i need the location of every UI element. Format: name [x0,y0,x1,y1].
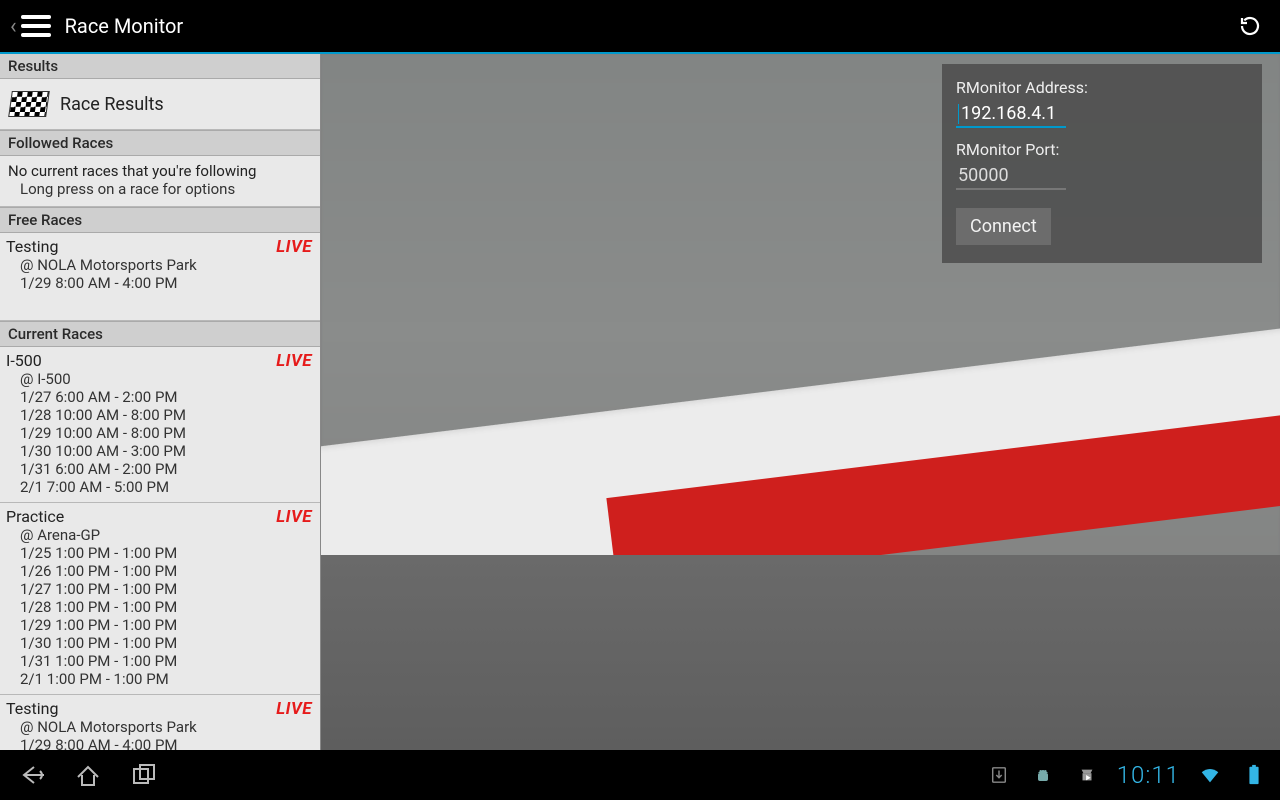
refresh-button[interactable] [1238,14,1262,38]
live-badge: LIVE [276,507,312,527]
race-title: I-500 [6,351,314,370]
race-schedule-line: 2/1 7:00 AM - 5:00 PM [6,478,314,496]
race-item[interactable]: TestingLIVE@ NOLA Motorsports Park1/29 8… [0,695,320,750]
race-schedule-line: 1/31 6:00 AM - 2:00 PM [6,460,314,478]
race-venue: @ Arena-GP [6,526,314,544]
race-schedule-line: 1/25 1:00 PM - 1:00 PM [6,544,314,562]
followed-empty-line: No current races that you're following [8,162,312,180]
race-schedule-line: 1/30 10:00 AM - 3:00 PM [6,442,314,460]
race-schedule-line: 1/27 6:00 AM - 2:00 PM [6,388,314,406]
race-schedule-line: 1/29 1:00 PM - 1:00 PM [6,616,314,634]
android-icon[interactable] [1029,761,1057,789]
hamburger-menu-icon[interactable] [21,11,51,41]
section-header-free: Free Races [0,207,320,233]
play-store-icon[interactable] [1073,761,1101,789]
main-area: Results Race Results Followed Races No c… [0,54,1280,750]
race-schedule-line: 1/31 1:00 PM - 1:00 PM [6,652,314,670]
wifi-icon [1196,761,1224,789]
race-schedule-line: 1/29 8:00 AM - 4:00 PM [6,274,314,292]
race-item[interactable]: I-500LIVE@ I-5001/27 6:00 AM - 2:00 PM1/… [0,347,320,503]
checkered-flag-icon [8,91,50,117]
followed-hint: Long press on a race for options [8,180,312,198]
home-nav-icon[interactable] [74,761,102,789]
live-badge: LIVE [276,237,312,257]
race-item[interactable]: PracticeLIVE@ Arena-GP1/25 1:00 PM - 1:0… [0,503,320,695]
race-schedule-line: 1/28 10:00 AM - 8:00 PM [6,406,314,424]
background-asphalt [321,555,1280,750]
race-title: Testing [6,237,314,256]
race-venue: @ NOLA Motorsports Park [6,256,314,274]
section-header-results: Results [0,54,320,79]
sidebar[interactable]: Results Race Results Followed Races No c… [0,54,321,750]
race-venue: @ NOLA Motorsports Park [6,718,314,736]
content-pane: RMonitor Address: 192.168.4.1 RMonitor P… [321,54,1280,750]
race-schedule-line: 1/29 8:00 AM - 4:00 PM [6,736,314,750]
race-results-row[interactable]: Race Results [0,79,320,130]
connect-panel: RMonitor Address: 192.168.4.1 RMonitor P… [942,64,1262,263]
followed-empty-message: No current races that you're following L… [0,156,320,207]
back-nav-icon[interactable] [18,761,46,789]
battery-icon [1240,761,1268,789]
race-venue: @ I-500 [6,370,314,388]
race-results-label: Race Results [60,94,164,115]
download-icon[interactable] [985,761,1013,789]
recents-nav-icon[interactable] [130,761,158,789]
action-bar: ‹ Race Monitor [0,0,1280,54]
race-schedule-line: 1/28 1:00 PM - 1:00 PM [6,598,314,616]
address-input[interactable]: 192.168.4.1 [956,99,1066,128]
race-schedule-line: 1/26 1:00 PM - 1:00 PM [6,562,314,580]
system-nav-bar: 10:11 [0,750,1280,800]
section-header-current: Current Races [0,321,320,347]
race-schedule-line: 1/30 1:00 PM - 1:00 PM [6,634,314,652]
race-item[interactable]: TestingLIVE@ NOLA Motorsports Park1/29 8… [0,233,320,321]
race-schedule-line: 2/1 1:00 PM - 1:00 PM [6,670,314,688]
live-badge: LIVE [276,351,312,371]
race-title: Practice [6,507,314,526]
app-title: Race Monitor [65,14,184,38]
race-schedule-line: 1/29 10:00 AM - 8:00 PM [6,424,314,442]
address-label: RMonitor Address: [956,78,1248,97]
status-clock: 10:11 [1117,761,1180,789]
race-schedule-line: 1/27 1:00 PM - 1:00 PM [6,580,314,598]
live-badge: LIVE [276,699,312,719]
connect-button[interactable]: Connect [956,208,1051,245]
port-label: RMonitor Port: [956,140,1248,159]
port-input[interactable]: 50000 [956,161,1066,190]
back-caret-icon[interactable]: ‹ [10,14,17,39]
section-header-followed: Followed Races [0,130,320,156]
race-title: Testing [6,699,314,718]
